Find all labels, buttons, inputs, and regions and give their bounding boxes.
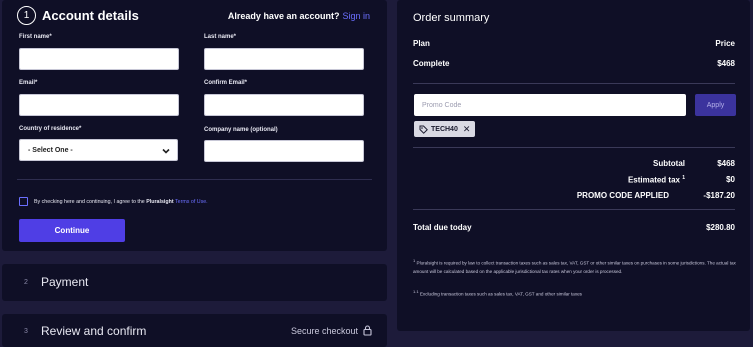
have-account-prompt: Already have an account? Sign in [228, 11, 370, 21]
total-row: Total due today $280.80 [413, 223, 735, 232]
terms-of-use-link[interactable]: Terms of Use. [175, 199, 208, 205]
email-label: Email* [19, 80, 38, 86]
subtotal-row: Subtotal $468 [653, 159, 735, 168]
total-value: $280.80 [706, 223, 735, 232]
terms-checkbox[interactable] [19, 197, 28, 206]
summary-divider [413, 147, 735, 148]
sign-in-link[interactable]: Sign in [342, 11, 370, 21]
subtotal-value: $468 [717, 159, 735, 168]
last-name-label: Last name* [204, 34, 237, 40]
review-step-header: 3 Review and confirm [19, 324, 146, 338]
country-selected-value: - Select One - [28, 146, 73, 154]
promo-applied-label: PROMO CODE APPLIED [576, 191, 669, 200]
secure-checkout-notice: Secure checkout [291, 325, 372, 336]
promo-applied-value: -$187.20 [703, 191, 735, 200]
checkout-steps: 1 Account details Already have an accoun… [0, 0, 387, 347]
lock-icon [363, 325, 372, 336]
account-details-card: 1 Account details Already have an accoun… [2, 0, 387, 251]
review-step-card[interactable]: 3 Review and confirm Secure checkout [2, 314, 387, 347]
have-account-text: Already have an account? [227, 11, 340, 21]
confirm-email-field[interactable] [204, 94, 364, 116]
total-label: Total due today [413, 223, 472, 232]
secure-checkout-text: Secure checkout [290, 325, 358, 336]
footnote1-text: Pluralsight is required by law to collec… [413, 260, 736, 274]
chevron-down-icon [162, 148, 170, 154]
email-field[interactable] [19, 94, 179, 116]
review-step-number: 3 [24, 327, 28, 335]
payment-step-number: 2 [24, 278, 28, 286]
review-title: Review and confirm [41, 324, 147, 338]
price-footnote: 1.1 Excluding transaction taxes such as … [413, 288, 738, 299]
tax-value: $0 [726, 175, 735, 184]
remove-promo-icon[interactable]: ✕ [463, 124, 471, 135]
terms-text: By checking here and continuing, I agree… [34, 199, 208, 205]
first-name-field[interactable] [19, 48, 179, 70]
plan-price: $468 [717, 59, 735, 68]
plan-row: Complete $468 [413, 59, 735, 68]
tax-footnote: 1 Pluralsight is required by law to coll… [413, 257, 738, 276]
tax-label-group: Estimated tax 1 [628, 175, 685, 185]
plan-name: Complete [413, 59, 450, 68]
promo-applied-row: PROMO CODE APPLIED -$187.20 [577, 191, 735, 200]
applied-promo-chip: TECH40 ✕ [414, 121, 476, 137]
step-number-badge: 1 [17, 6, 36, 25]
plan-header-row: Plan Price [413, 39, 735, 48]
subtotal-label: Subtotal [653, 159, 685, 168]
terms-brand: Pluralsight [146, 198, 174, 205]
company-label: Company name (optional) [204, 127, 278, 133]
account-step-header: 1 Account details [17, 6, 139, 25]
terms-agreement: By checking here and continuing, I agree… [19, 197, 208, 206]
order-summary-panel: Order summary Plan Price Complete $468 P… [397, 0, 750, 331]
plan-header: Plan [413, 39, 430, 48]
tax-label: Estimated tax [627, 175, 680, 185]
summary-divider [413, 209, 735, 210]
apply-promo-button[interactable]: Apply [695, 94, 736, 116]
checkout-page: 1 Account details Already have an accoun… [0, 0, 753, 347]
section-divider [17, 179, 372, 180]
last-name-field[interactable] [204, 48, 364, 70]
tag-icon [419, 125, 428, 134]
confirm-email-label: Confirm Email* [204, 80, 248, 86]
tax-row: Estimated tax 1 $0 [628, 175, 735, 185]
payment-title: Payment [41, 275, 89, 289]
country-select[interactable]: - Select One - [19, 139, 178, 161]
footnote2-text: Excluding transaction taxes such as sale… [419, 291, 582, 297]
account-details-title: Account details [42, 8, 139, 23]
continue-button[interactable]: Continue [19, 219, 125, 242]
promo-chip-label: TECH40 [431, 125, 458, 133]
summary-divider [413, 83, 735, 84]
footnote2-mark: 1.1 [413, 289, 419, 294]
payment-step-card[interactable]: 2 Payment [2, 264, 387, 301]
company-name-field[interactable] [204, 140, 364, 162]
footnote1-mark: 1 [413, 258, 416, 263]
country-label: Country of residence* [19, 126, 82, 132]
promo-code-input[interactable]: Promo Code [414, 94, 686, 116]
payment-step-header: 2 Payment [19, 275, 88, 289]
price-header: Price [715, 39, 735, 48]
first-name-label: First name* [19, 34, 52, 40]
terms-prefix: By checking here and continuing, I agree… [34, 198, 145, 205]
order-summary-title: Order summary [413, 12, 490, 24]
